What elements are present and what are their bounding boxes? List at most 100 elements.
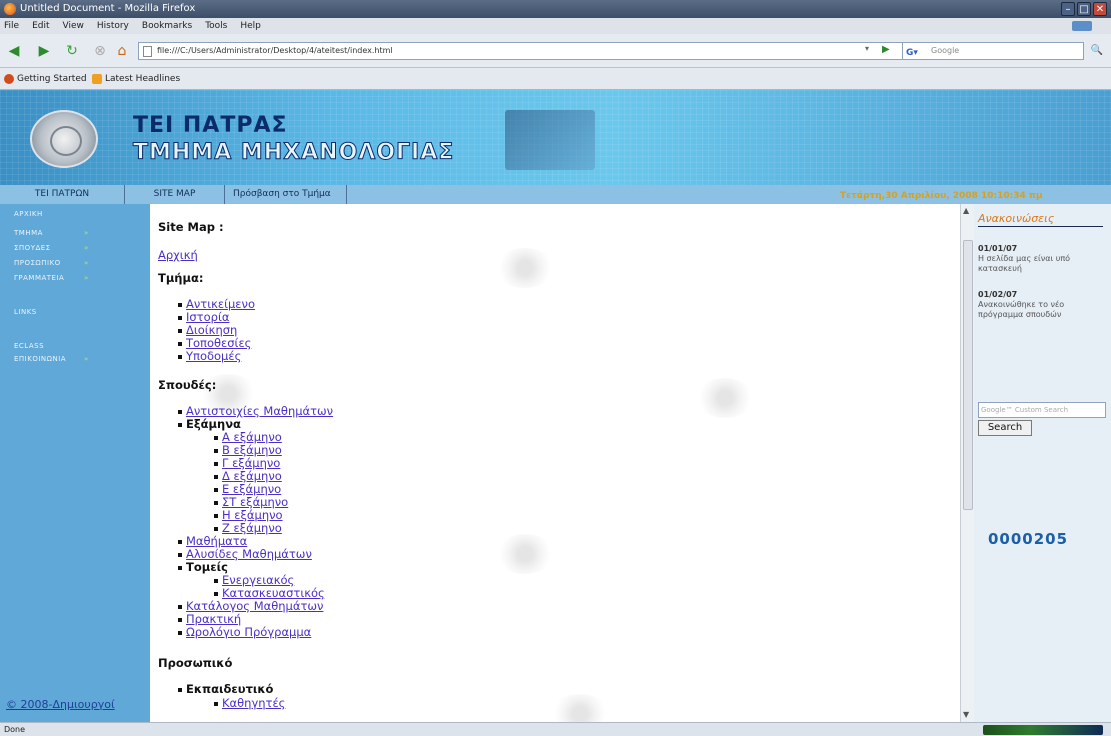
topnav-site-map[interactable]: SITE MAP — [125, 185, 225, 204]
section-department: Τμήμα: — [158, 271, 204, 285]
go-button[interactable]: ▶ — [882, 44, 890, 55]
sitemap-link[interactable]: Ε εξάμηνο — [222, 482, 281, 496]
sitemap-link[interactable]: Πρακτική — [186, 612, 241, 626]
sitemap-link[interactable]: Αλυσίδες Μαθημάτων — [186, 547, 312, 561]
banner-title: TEI ΠΑΤΡΑΣ — [133, 113, 288, 138]
sitemap-link[interactable]: Κατάλογος Μαθημάτων — [186, 599, 323, 613]
window-title: Untitled Document - Mozilla Firefox — [20, 3, 196, 14]
bullet — [214, 579, 218, 583]
sitemap-link[interactable]: Αντιστοιχίες Μαθημάτων — [186, 404, 333, 418]
url-bar[interactable]: file:///C:/Users/Administrator/Desktop/4… — [138, 42, 948, 60]
banner-photo — [505, 110, 595, 170]
sitemap-link[interactable]: Ιστορία — [186, 310, 229, 324]
status-bar: Done — [0, 722, 1111, 736]
bullet — [178, 553, 182, 557]
bookmark-latest-headlines[interactable]: Latest Headlines — [92, 74, 180, 84]
bullet — [178, 688, 182, 692]
datetime-display: Τετάρτη,30 Απριλίου, 2008 10:10:34 πμ — [840, 191, 1043, 201]
scroll-down-icon[interactable]: ▼ — [963, 710, 969, 719]
search-box[interactable]: G▾ Google — [902, 42, 1084, 60]
arrow-icon: » — [84, 244, 89, 252]
bullet — [214, 462, 218, 466]
stop-button[interactable]: ⊗ — [90, 42, 110, 60]
sidebar-item-links[interactable]: LINKS — [14, 308, 37, 316]
bullet — [178, 605, 182, 609]
sitemap-link[interactable]: Ζ εξάμηνο — [222, 521, 282, 535]
minimize-button[interactable]: – — [1061, 2, 1075, 16]
sitemap-link[interactable]: Ωρολόγιο Πρόγραμμα — [186, 625, 311, 639]
sitemap-link[interactable]: Α εξάμηνο — [222, 430, 282, 444]
bullet — [178, 316, 182, 320]
sitemap-link[interactable]: Κατασκευαστικός — [222, 586, 325, 600]
dropdown-icon[interactable]: ▾ — [865, 44, 869, 53]
sidebar-item-secretariat[interactable]: ΓΡΑΜΜΑΤΕΙΑ » — [14, 274, 88, 282]
bullet — [214, 488, 218, 492]
sidebar-item-studies[interactable]: ΣΠΟΥΔΕΣ » — [14, 244, 88, 252]
google-icon: G▾ — [906, 48, 918, 58]
bookmark-label: Getting Started — [17, 74, 87, 84]
news-date: 01/01/07 — [978, 244, 1018, 253]
menu-view[interactable]: View — [63, 21, 84, 31]
sidebar-item-home[interactable]: ΑΡΧΙΚΗ — [14, 210, 43, 218]
news-date: 01/02/07 — [978, 290, 1018, 299]
sitemap-link[interactable]: Β εξάμηνο — [222, 443, 282, 457]
sidebar-item-label: ΠΡΟΣΩΠΙΚΟ — [14, 259, 61, 267]
sitemap-link[interactable]: Διοίκηση — [186, 323, 237, 337]
sitemap-link[interactable]: Δ εξάμηνο — [222, 469, 282, 483]
reload-button[interactable]: ↻ — [62, 42, 82, 60]
sitemap-link[interactable]: ΣΤ εξάμηνο — [222, 495, 288, 509]
sitemap-link[interactable]: Καθηγητές — [222, 696, 285, 710]
footer-credits-link[interactable]: © 2008-Δημιουργοί — [6, 698, 115, 711]
sitemap-content: Site Map : Αρχική Τμήμα: Αντικείμενο Ιστ… — [150, 204, 960, 722]
sidebar-item-department[interactable]: ΤΜΗΜΑ » — [14, 229, 88, 237]
arrow-icon: » — [84, 355, 89, 363]
back-button[interactable]: ◀ — [4, 42, 24, 60]
bullet — [178, 342, 182, 346]
topnav-tei-patron[interactable]: TEI ΠΑΤΡΩΝ — [0, 185, 125, 204]
sidebar-item-staff[interactable]: ΠΡΟΣΩΠΙΚΟ » — [14, 259, 88, 267]
bookmark-getting-started[interactable]: Getting Started — [4, 74, 87, 84]
url-text: file:///C:/Users/Administrator/Desktop/4… — [157, 46, 393, 55]
scrollbar-thumb[interactable] — [963, 240, 973, 510]
sidebar-item-contact[interactable]: ΕΠΙΚΟΙΝΩΝΙΑ » — [14, 355, 88, 363]
section-staff: Προσωπικό — [158, 656, 233, 670]
sitemap-link[interactable]: Γ εξάμηνο — [222, 456, 280, 470]
sitemap-link[interactable]: Αντικείμενο — [186, 297, 255, 311]
menu-tools[interactable]: Tools — [205, 21, 227, 31]
menu-bookmarks[interactable]: Bookmarks — [142, 21, 192, 31]
topnav-access[interactable]: Πρόσβαση στο Τμήμα — [225, 185, 347, 204]
page-content: TEI ΠΑΤΡΑΣ ΤΜΗΜΑ ΜΗΧΑΝΟΛΟΓΙΑΣ TEI ΠΑΤΡΩΝ… — [0, 90, 1111, 722]
menu-help[interactable]: Help — [240, 21, 261, 31]
sitemap-link[interactable]: Υποδομές — [186, 349, 241, 363]
sitemap-home-link[interactable]: Αρχική — [158, 248, 198, 262]
semesters-label: Εξάμηνα — [186, 417, 241, 431]
departments-label: Τομείς — [186, 560, 228, 574]
search-icon[interactable]: 🔍 — [1087, 42, 1107, 60]
scroll-up-icon[interactable]: ▲ — [963, 206, 969, 215]
banner-subtitle: ΤΜΗΜΑ ΜΗΧΑΝΟΛΟΓΙΑΣ — [132, 140, 455, 166]
search-button[interactable]: Search — [978, 420, 1032, 436]
menu-history[interactable]: History — [97, 21, 129, 31]
page-scrollbar[interactable]: ▲ ▼ — [960, 204, 974, 722]
sidebar-item-label: ΑΡΧΙΚΗ — [14, 210, 43, 218]
sitemap-link[interactable]: Η εξάμηνο — [222, 508, 283, 522]
home-button[interactable]: ⌂ — [112, 42, 132, 60]
sidebar: ΑΡΧΙΚΗ ΤΜΗΜΑ » ΣΠΟΥΔΕΣ » ΠΡΟΣΩΠΙΚΟ » ΓΡΑΜΜΑ… — [0, 204, 150, 722]
bullet — [178, 631, 182, 635]
bookmarks-toolbar: Getting Started Latest Headlines — [0, 68, 1111, 90]
menu-file[interactable]: File — [4, 21, 19, 31]
maximize-button[interactable]: □ — [1077, 2, 1091, 16]
news-text: Η σελίδα μας είναι υπό κατασκευή — [978, 254, 1071, 273]
sitemap-link[interactable]: Τοποθεσίες — [186, 336, 251, 350]
menu-edit[interactable]: Edit — [32, 21, 49, 31]
google-search-input[interactable]: Google™ Custom Search — [978, 402, 1106, 418]
sitemap-link[interactable]: Μαθήματα — [186, 534, 247, 548]
close-button[interactable]: ✕ — [1093, 2, 1107, 16]
sidebar-item-eclass[interactable]: ECLASS — [14, 342, 44, 350]
addon-status-icon[interactable] — [983, 725, 1103, 735]
firefox-bookmark-icon — [4, 74, 14, 84]
bullet — [214, 436, 218, 440]
page-title: Site Map : — [158, 220, 224, 234]
forward-button[interactable]: ▶ — [34, 42, 54, 60]
sitemap-link[interactable]: Ενεργειακός — [222, 573, 294, 587]
